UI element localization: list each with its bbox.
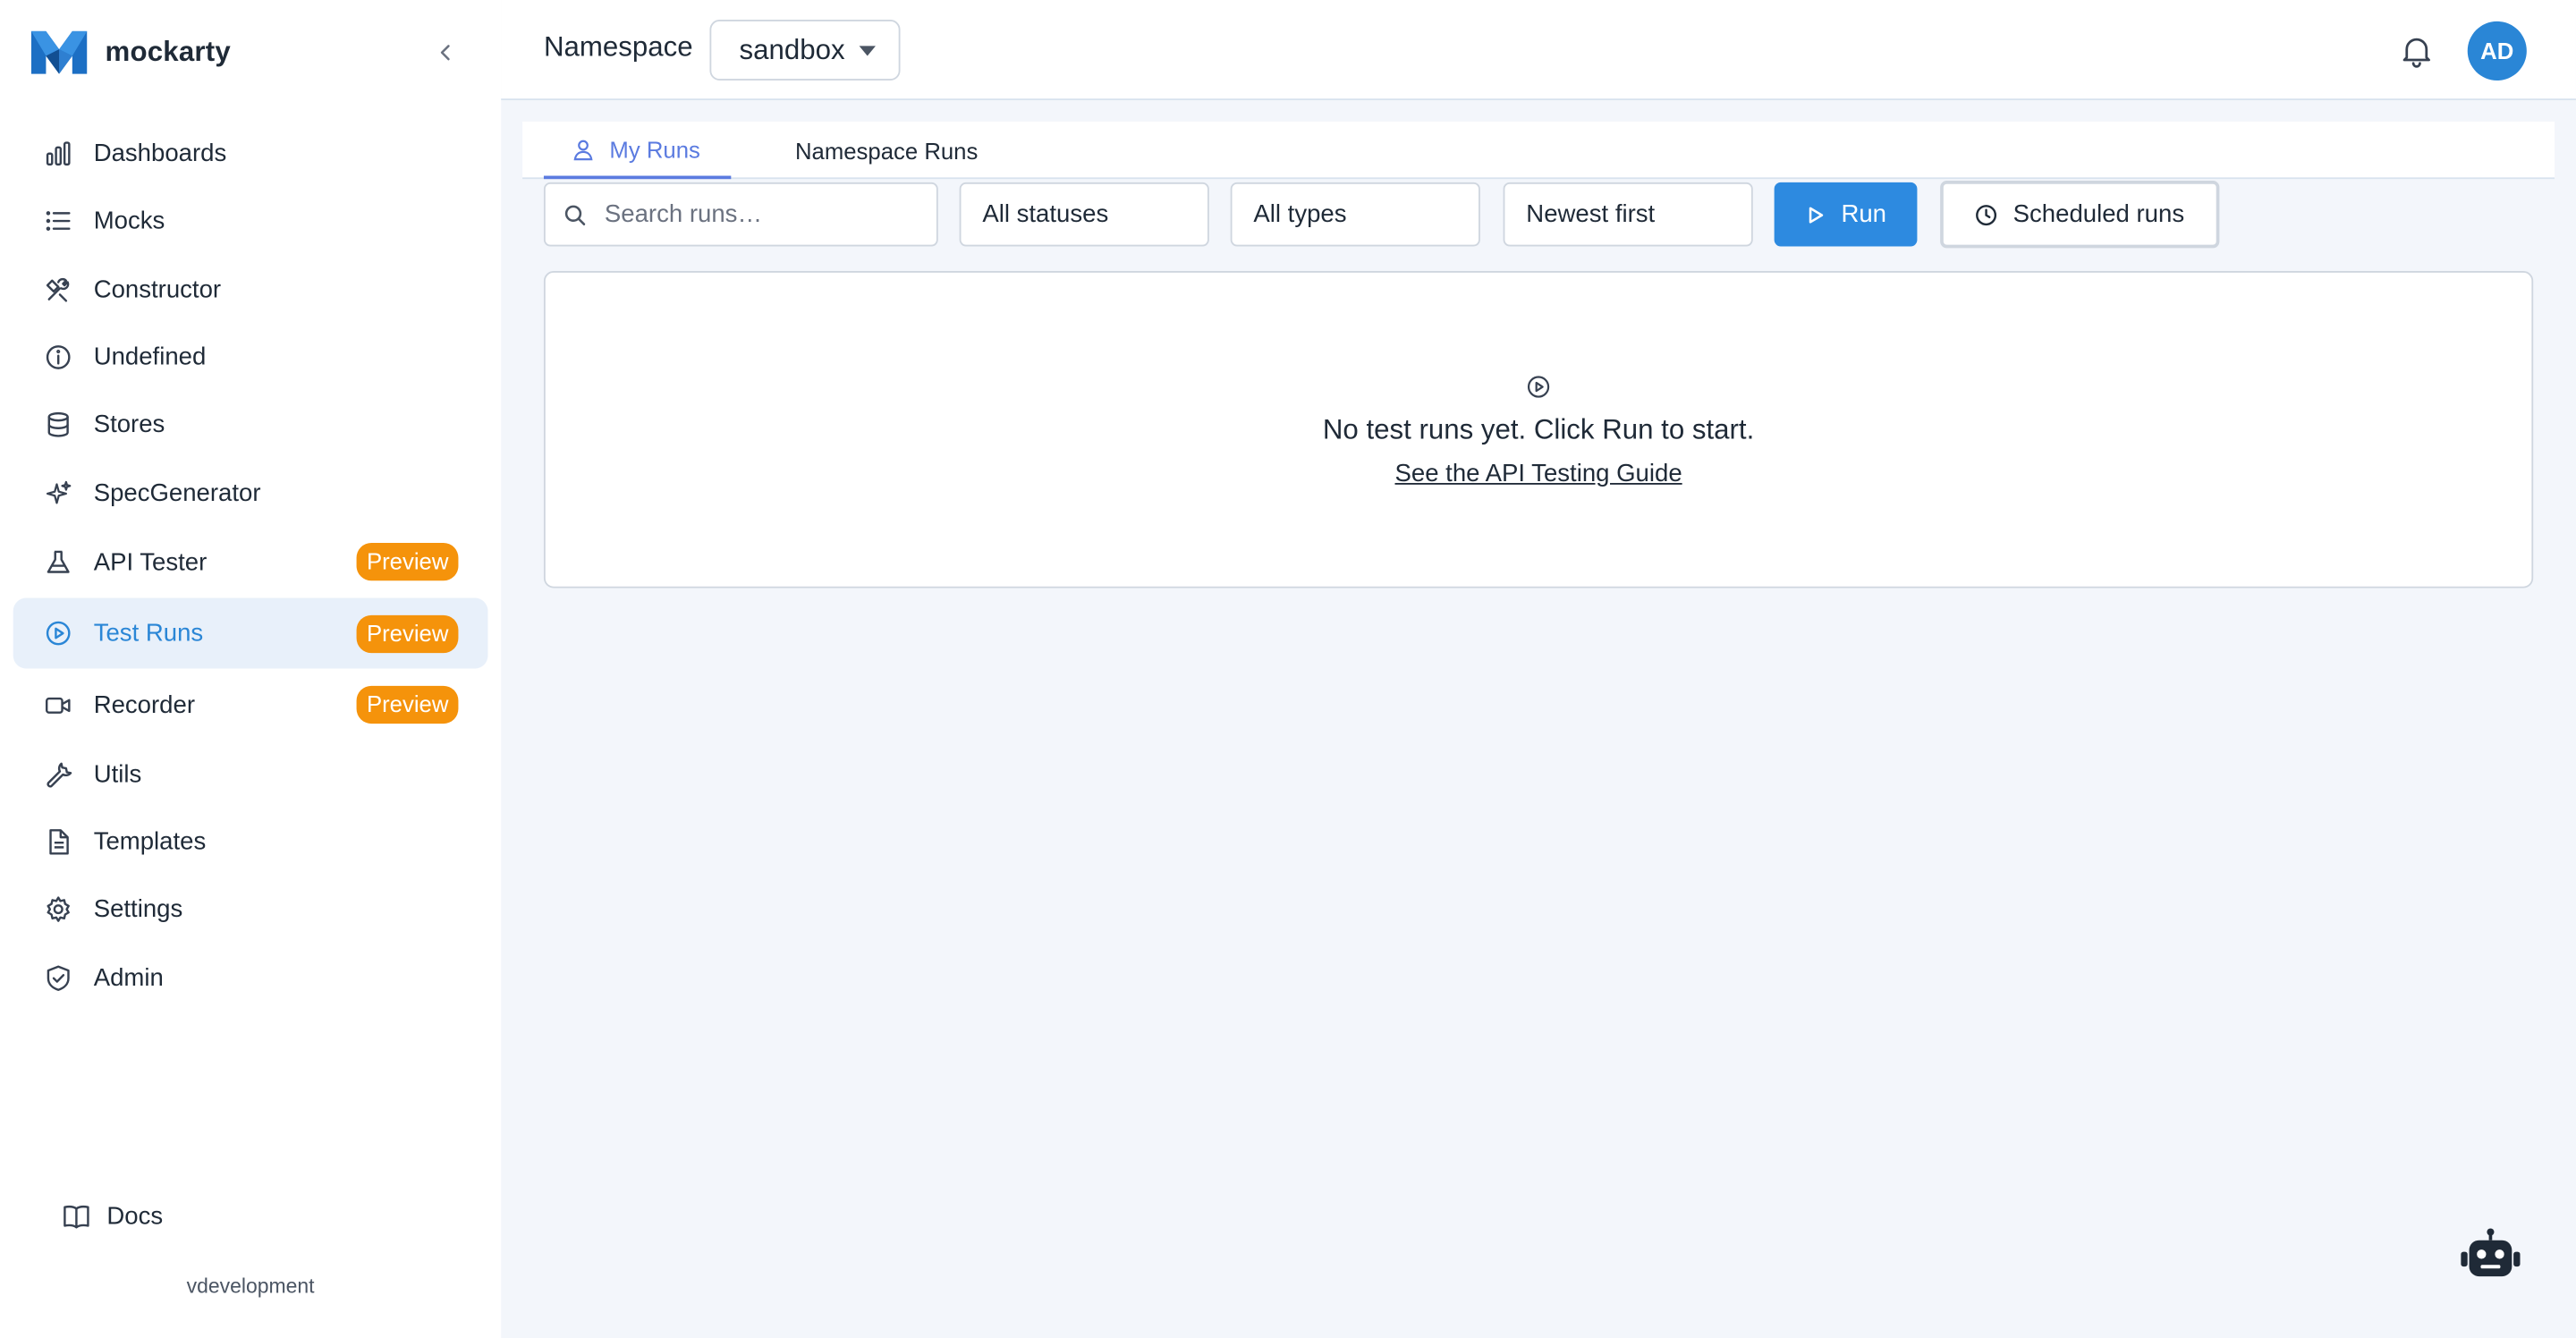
sort-value: Newest first [1526,200,1656,229]
search-icon [564,204,586,225]
sidebar-item-label: Settings [93,895,183,924]
environment-label: vdevelopment [186,1274,315,1298]
sidebar-item-templates[interactable]: Templates [13,809,488,876]
sidebar-item-label: Undefined [93,343,207,372]
book-icon [61,1201,90,1231]
docs-link[interactable]: Docs [61,1201,163,1231]
database-icon [43,411,72,440]
collapse-sidebar-button[interactable] [430,38,460,67]
sidebar-item-label: Test Runs [93,619,204,648]
file-icon [43,827,72,857]
sidebar-item-label: Dashboards [93,140,227,168]
preview-badge: Preview [356,543,459,582]
search-field[interactable] [543,182,938,247]
sidebar-item-label: SpecGenerator [93,478,261,507]
shield-icon [43,963,72,993]
namespace-value: sandbox [739,33,845,65]
sidebar-item-label: Recorder [93,690,196,719]
sidebar-item-undefined[interactable]: Undefined [13,324,488,392]
wrench-icon [43,759,72,789]
sidebar: mockarty Dashboards Mocks Constructor Un… [0,0,502,1338]
caret-down-icon [859,46,876,56]
play-icon [1809,206,1823,223]
sidebar-item-label: Templates [93,827,207,857]
run-button-label: Run [1841,200,1887,229]
sidebar-item-label: Mocks [93,207,165,236]
status-filter-value: All statuses [982,200,1109,229]
video-icon [43,690,72,719]
empty-state-panel: No test runs yet. Click Run to start. Se… [543,271,2534,589]
tools-icon [43,275,72,304]
sidebar-item-label: Constructor [93,275,222,304]
sidebar-item-specgenerator[interactable]: SpecGenerator [13,459,488,527]
namespace-select[interactable]: sandbox [709,20,901,80]
docs-label: Docs [106,1201,164,1230]
brand[interactable]: mockarty [30,26,231,79]
tab-label: Namespace Runs [794,137,979,164]
sidebar-item-dashboards[interactable]: Dashboards [13,120,488,188]
bar-chart-icon [43,139,72,168]
sidebar-item-label: Utils [93,760,142,789]
sidebar-item-label: Stores [93,411,165,440]
type-filter-value: All types [1253,200,1347,229]
sort-select[interactable]: Newest first [1503,182,1753,247]
app-name: mockarty [105,36,231,68]
robot-assistant-icon[interactable] [2460,1227,2522,1280]
sidebar-item-test-runs[interactable]: Test Runs Preview [13,597,488,670]
user-icon [573,139,593,160]
sidebar-item-stores[interactable]: Stores [13,391,488,459]
sidebar-item-label: Admin [93,963,164,992]
avatar[interactable]: AD [2467,21,2527,80]
run-button[interactable]: Run [1774,182,1918,247]
chevron-left-icon [440,45,450,61]
type-filter-select[interactable]: All types [1230,182,1480,247]
info-icon [43,343,72,372]
bell-icon[interactable] [2397,31,2436,71]
preview-badge: Preview [356,685,459,724]
search-input[interactable] [604,200,917,229]
status-filter-select[interactable]: All statuses [959,182,1209,247]
sidebar-item-recorder[interactable]: Recorder Preview [13,669,488,741]
sidebar-item-settings[interactable]: Settings [13,876,488,944]
sparkles-icon [43,478,72,508]
scheduled-runs-button[interactable]: Scheduled runs [1940,181,2220,249]
clock-icon [1976,204,1997,225]
list-icon [43,207,72,236]
preview-badge: Preview [356,614,459,653]
tab-namespace-runs[interactable]: Namespace Runs [795,122,978,179]
mockarty-logo-icon [30,30,88,74]
sidebar-item-utils[interactable]: Utils [13,741,488,809]
play-circle-icon [1527,376,1550,398]
api-testing-guide-link[interactable]: See the API Testing Guide [546,460,2532,487]
sidebar-item-label: API Tester [93,548,208,577]
tab-label: My Runs [609,135,700,162]
sidebar-item-api-tester[interactable]: API Tester Preview [13,527,488,598]
namespace-label: Namespace [543,30,693,63]
empty-state-message: No test runs yet. Click Run to start. [1322,413,1755,445]
sidebar-item-mocks[interactable]: Mocks [13,188,488,256]
sidebar-item-constructor[interactable]: Constructor [13,256,488,324]
tab-my-runs[interactable]: My Runs [543,122,732,180]
play-circle-icon [43,619,72,648]
sidebar-nav: Dashboards Mocks Constructor Undefined S… [13,120,488,1012]
top-bar: Namespace sandbox AD [501,0,2576,101]
sidebar-item-admin[interactable]: Admin [13,944,488,1012]
scheduled-runs-label: Scheduled runs [2012,200,2185,229]
gear-icon [43,895,72,925]
runs-tabs: My Runs Namespace Runs [522,121,2555,180]
flask-icon [43,547,72,577]
